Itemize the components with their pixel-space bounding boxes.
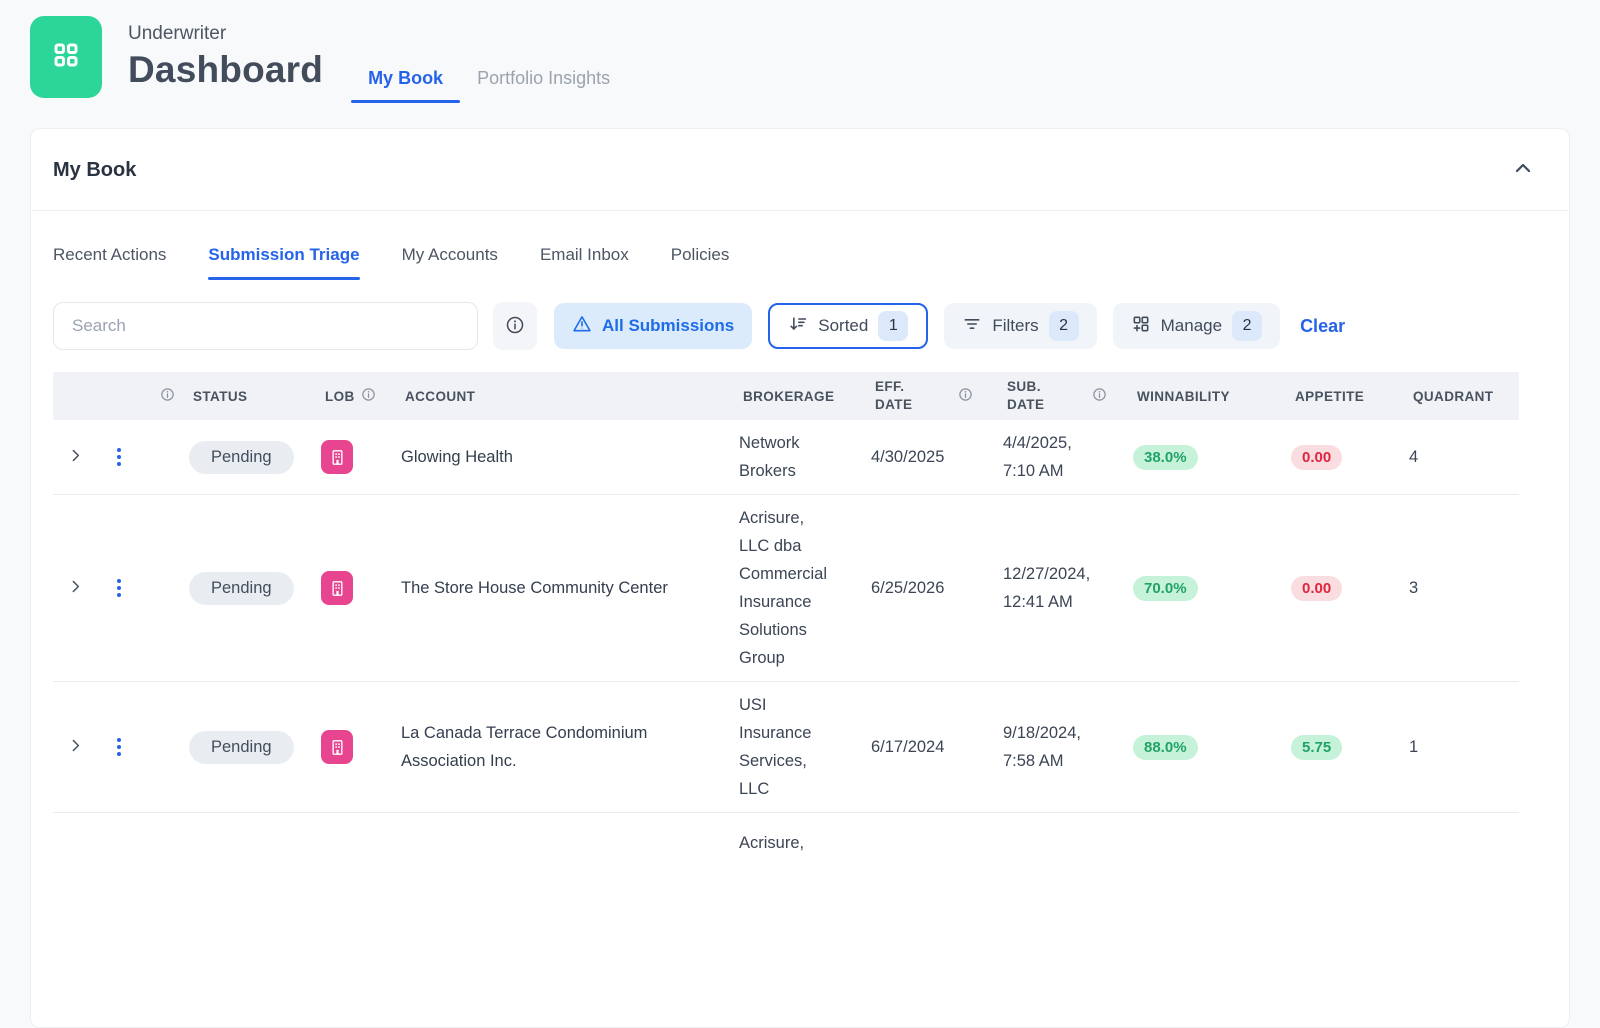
winnability-badge: 70.0% [1133,575,1198,601]
brokerage-name: Network Brokers [739,434,800,481]
account-name[interactable]: The Store House Community Center [401,574,701,602]
row-menu-button[interactable] [111,573,127,603]
all-submissions-label: All Submissions [602,316,735,335]
expand-row-button[interactable] [61,731,90,763]
quadrant-value: 1 [1409,738,1419,757]
panel-title: My Book [53,159,137,181]
collapse-panel-button[interactable] [1507,153,1539,188]
column-header-eff-date[interactable]: EFF. DATE [871,372,1003,420]
quadrant-value: 4 [1409,448,1419,467]
grid-icon [51,40,81,75]
table-row: Acrisure, [53,813,1519,857]
column-header-quadrant[interactable]: QUADRANT [1409,383,1519,410]
search-input[interactable] [53,302,478,350]
info-circle-icon[interactable] [1092,387,1107,405]
eff-date: 6/25/2026 [871,579,945,598]
sorted-count-badge: 1 [878,311,909,341]
building-icon[interactable] [321,730,353,765]
table-header-row: STATUS LOB ACCOUNT BROKERAGE EFF. DATE S… [53,372,1519,421]
account-name[interactable]: Glowing Health [401,443,701,471]
kebab-menu-icon [117,448,121,467]
brokerage-name: USI Insurance Services, LLC [739,696,812,799]
filters-label: Filters [992,316,1039,335]
table-row: Pending Glowing Health Network Brokers 4… [53,420,1519,496]
column-header-sub-date[interactable]: SUB. DATE [1003,372,1133,420]
all-submissions-button[interactable]: All Submissions [554,303,753,349]
app-header: Underwriter Dashboard My Book Portfolio … [0,0,1600,103]
expand-row-button[interactable] [61,441,90,473]
sorted-label: Sorted [818,316,869,335]
table-row: Pending The Store House Community Center… [53,495,1519,683]
top-tabs: My Book Portfolio Insights [351,60,627,103]
filters-button[interactable]: Filters 2 [944,303,1097,349]
clear-filters-link[interactable]: Clear [1300,316,1345,337]
sub-date: 9/18/2024, 7:58 AM [1003,724,1081,771]
status-badge: Pending [189,440,294,474]
quadrant-value: 3 [1409,579,1419,598]
chevron-right-icon [67,737,84,757]
row-menu-button[interactable] [111,732,127,762]
table-toolbar: All Submissions Sorted 1 Filters 2 [31,280,1569,350]
account-name[interactable]: La Canada Terrace Condominium Associatio… [401,719,701,775]
chevron-right-icon [67,447,84,467]
column-header-appetite[interactable]: APPETITE [1291,383,1409,410]
eff-date: 4/30/2025 [871,448,945,467]
expand-row-button[interactable] [61,572,90,604]
sub-date: 12/27/2024, 12:41 AM [1003,565,1091,612]
brokerage-name: Acrisure, [739,834,805,853]
status-badge: Pending [189,571,294,605]
manage-label: Manage [1160,316,1223,335]
tab-recent-actions[interactable]: Recent Actions [53,245,166,280]
appetite-badge: 0.00 [1291,444,1343,470]
grid-plus-icon [1131,314,1151,339]
sorted-button[interactable]: Sorted 1 [768,303,929,349]
filters-count-badge: 2 [1048,311,1079,341]
building-icon[interactable] [321,440,353,475]
winnability-badge: 88.0% [1133,734,1198,760]
building-icon[interactable] [321,571,353,606]
kebab-menu-icon [117,579,121,598]
chevron-right-icon [67,578,84,598]
sort-descending-icon [788,314,808,339]
appetite-badge: 5.75 [1291,734,1343,760]
chevron-up-icon [1511,157,1535,184]
column-header-lob[interactable]: LOB [321,381,401,411]
column-header-brokerage[interactable]: BROKERAGE [739,383,871,410]
tab-my-book[interactable]: My Book [351,60,461,103]
page-title: Dashboard [128,49,324,90]
column-header-status[interactable]: STATUS [189,383,321,410]
submissions-table: STATUS LOB ACCOUNT BROKERAGE EFF. DATE S… [53,372,1519,857]
manage-button[interactable]: Manage 2 [1112,303,1281,349]
status-badge: Pending [189,730,294,764]
appetite-badge: 0.00 [1291,575,1343,601]
info-circle-icon[interactable] [160,387,175,405]
app-logo [30,16,102,98]
kebab-menu-icon [117,738,121,757]
info-circle-icon[interactable] [361,387,376,405]
tab-policies[interactable]: Policies [671,245,730,280]
winnability-badge: 38.0% [1133,444,1198,470]
tab-my-accounts[interactable]: My Accounts [402,245,498,280]
eff-date: 6/17/2024 [871,738,945,757]
brokerage-name: Acrisure, LLC dba Commercial Insurance S… [739,509,828,668]
info-circle-icon [505,315,525,338]
info-circle-icon[interactable] [958,387,973,405]
search-info-button[interactable] [493,302,537,350]
panel-tabs: Recent Actions Submission Triage My Acco… [31,211,1569,280]
app-subtitle: Underwriter [128,23,227,44]
tab-submission-triage[interactable]: Submission Triage [208,245,360,280]
table-row: Pending La Canada Terrace Condominium As… [53,682,1519,814]
my-book-panel: My Book Recent Actions Submission Triage… [30,128,1570,1028]
column-header-winnability[interactable]: WINNABILITY [1133,383,1291,410]
warning-triangle-icon [572,314,592,339]
tab-portfolio-insights[interactable]: Portfolio Insights [460,60,627,103]
filter-lines-icon [962,314,982,339]
manage-count-badge: 2 [1232,311,1263,341]
sub-date: 4/4/2025, 7:10 AM [1003,434,1072,481]
row-menu-button[interactable] [111,442,127,472]
tab-email-inbox[interactable]: Email Inbox [540,245,629,280]
column-header-account[interactable]: ACCOUNT [401,383,739,410]
